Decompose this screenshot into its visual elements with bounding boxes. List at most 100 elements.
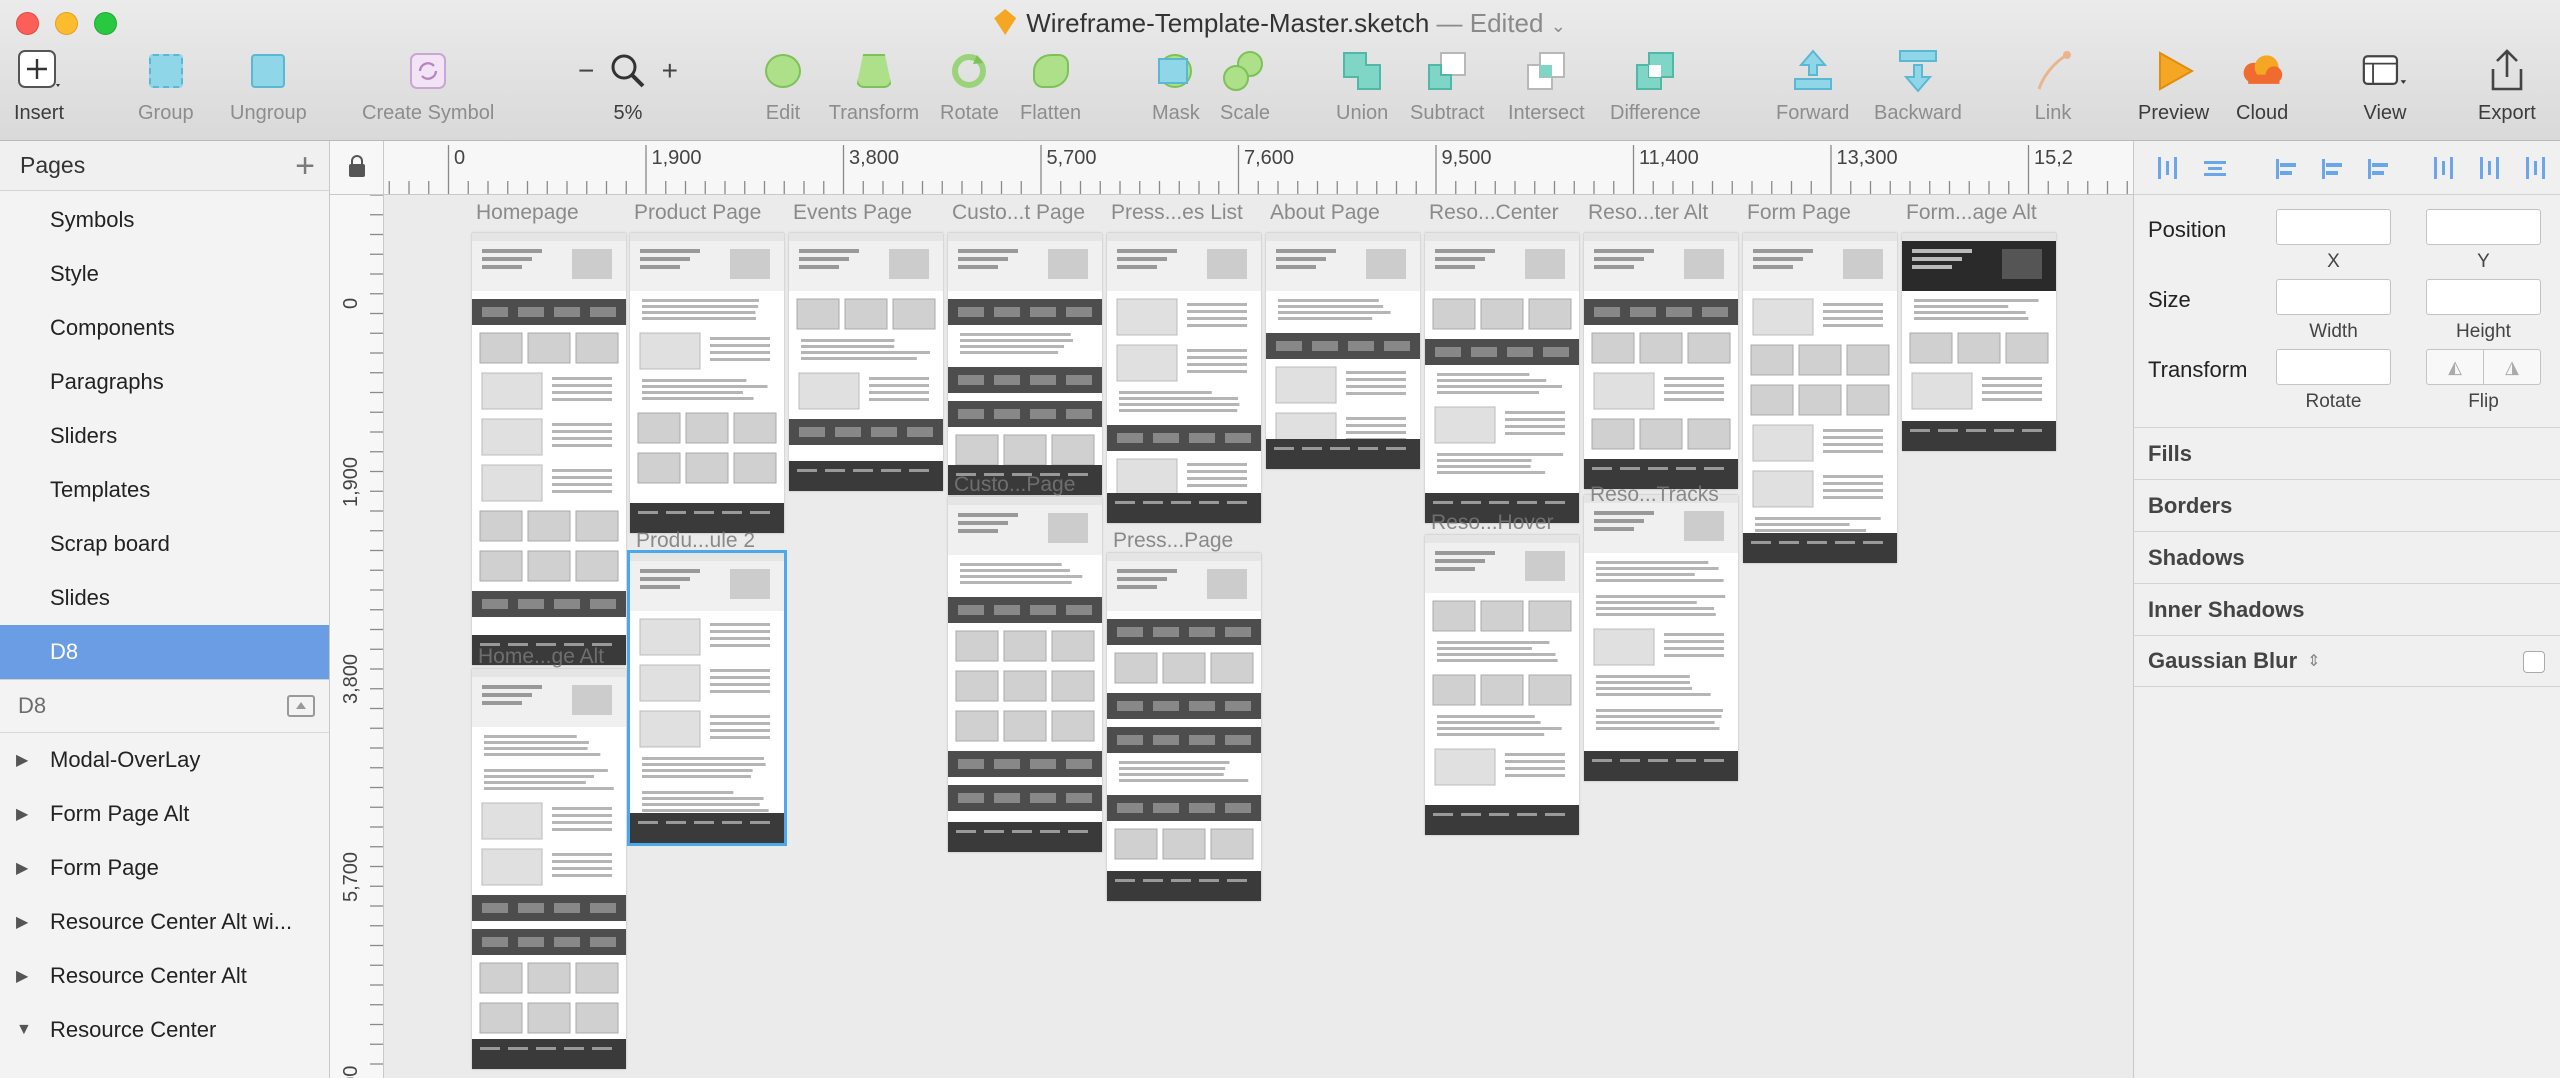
- group-button[interactable]: Group: [138, 48, 194, 136]
- updown-chevron-icon[interactable]: ⇕: [2307, 651, 2320, 671]
- distribute-vertical-icon[interactable]: [2202, 155, 2228, 181]
- view-button[interactable]: View: [2362, 48, 2408, 136]
- ruler-lock[interactable]: [330, 141, 384, 195]
- artboard-title[interactable]: Reso...Tracks: [1590, 483, 1719, 507]
- artboard-title[interactable]: Reso...Hover: [1431, 511, 1554, 535]
- artboard-title[interactable]: Reso...ter Alt: [1588, 201, 1708, 225]
- artboard[interactable]: [1902, 233, 2056, 451]
- layer-item[interactable]: ▶ Resource Center Alt wi...: [0, 895, 329, 949]
- page-item-sliders[interactable]: Sliders: [0, 409, 329, 463]
- page-item-templates[interactable]: Templates: [0, 463, 329, 517]
- artboard[interactable]: [472, 669, 626, 1069]
- flip-horizontal-button[interactable]: ◭: [2427, 350, 2484, 384]
- disclosure-closed-icon[interactable]: ▶: [16, 858, 50, 878]
- artboard[interactable]: [1584, 233, 1738, 489]
- create-symbol-button[interactable]: Create Symbol: [362, 48, 494, 136]
- disclosure-closed-icon[interactable]: ▶: [16, 966, 50, 986]
- page-item-components[interactable]: Components: [0, 301, 329, 355]
- artboard[interactable]: [472, 233, 626, 665]
- align-middle-icon[interactable]: [2476, 155, 2502, 181]
- link-button[interactable]: Link: [2030, 48, 2076, 136]
- mask-button[interactable]: Mask: [1152, 48, 1200, 136]
- horizontal-ruler[interactable]: 0 1,900 3,800 5,700 7,600 9,500 11,400 13,300 15…: [330, 141, 2133, 195]
- artboard[interactable]: [1107, 553, 1261, 901]
- borders-section[interactable]: Borders: [2134, 479, 2560, 531]
- disclosure-open-icon[interactable]: ▼: [16, 1021, 50, 1039]
- x-field[interactable]: [2276, 209, 2391, 245]
- layer-item[interactable]: ▶ Form Page: [0, 841, 329, 895]
- scale-button[interactable]: Scale: [1220, 48, 1270, 136]
- disclosure-closed-icon[interactable]: ▶: [16, 912, 50, 932]
- artboard[interactable]: [1425, 535, 1579, 835]
- layer-item[interactable]: ▶ Modal-OverLay: [0, 733, 329, 787]
- zoom-in-button[interactable]: +: [662, 55, 678, 87]
- artboard[interactable]: [1107, 233, 1261, 523]
- artboard[interactable]: [948, 233, 1102, 495]
- page-item-symbols[interactable]: Symbols: [0, 193, 329, 247]
- artboard-title[interactable]: Press...Page: [1113, 529, 1233, 553]
- preview-button[interactable]: Preview: [2138, 48, 2209, 136]
- page-item-style[interactable]: Style: [0, 247, 329, 301]
- artboard-title[interactable]: Press...es List: [1111, 201, 1243, 225]
- zoom-out-button[interactable]: −: [578, 55, 594, 87]
- gaussian-blur-checkbox[interactable]: [2523, 651, 2545, 673]
- artboard[interactable]: [1266, 233, 1420, 469]
- artboard-title[interactable]: Home...ge Alt: [478, 645, 604, 669]
- artboard[interactable]: [627, 550, 787, 846]
- artboard-title[interactable]: Form...age Alt: [1906, 201, 2037, 225]
- width-field[interactable]: [2276, 279, 2391, 315]
- artboard[interactable]: [948, 497, 1102, 852]
- artboard[interactable]: [1425, 233, 1579, 523]
- export-button[interactable]: Export: [2478, 48, 2536, 136]
- canvas[interactable]: Homepage Product Page Events Page Custo...t…: [384, 195, 2133, 1078]
- edit-button[interactable]: Edit: [760, 48, 806, 136]
- page-item-paragraphs[interactable]: Paragraphs: [0, 355, 329, 409]
- artboard-title[interactable]: About Page: [1270, 201, 1380, 225]
- rotate-button[interactable]: Rotate: [940, 48, 999, 136]
- artboard[interactable]: [630, 233, 784, 533]
- collapse-layers-icon[interactable]: [287, 695, 315, 717]
- flip-vertical-button[interactable]: ◮: [2484, 350, 2540, 384]
- vertical-ruler[interactable]: 0 1,900 3,800 5,700 600: [330, 195, 384, 1078]
- forward-button[interactable]: Forward: [1776, 48, 1849, 136]
- subtract-button[interactable]: Subtract: [1410, 48, 1484, 136]
- insert-button[interactable]: Insert: [14, 48, 64, 136]
- align-center-icon[interactable]: [2320, 155, 2346, 181]
- disclosure-closed-icon[interactable]: ▶: [16, 804, 50, 824]
- flatten-button[interactable]: Flatten: [1020, 48, 1081, 136]
- gaussian-blur-section[interactable]: Gaussian Blur ⇕: [2134, 635, 2560, 687]
- artboard-title[interactable]: Homepage: [476, 201, 579, 225]
- add-page-button[interactable]: +: [295, 149, 315, 183]
- artboard-title[interactable]: Produ...ule 2: [636, 529, 755, 553]
- layer-item[interactable]: ▶ Form Page Alt: [0, 787, 329, 841]
- layer-item[interactable]: ▼ Resource Center: [0, 1003, 329, 1057]
- distribute-horizontal-icon[interactable]: [2154, 155, 2180, 181]
- align-right-icon[interactable]: [2366, 155, 2392, 181]
- document-title[interactable]: Wireframe-Template-Master.sketch — Edite…: [0, 8, 2560, 39]
- artboard-title[interactable]: Reso...Center: [1429, 201, 1559, 225]
- artboard[interactable]: [789, 233, 943, 491]
- artboard-title[interactable]: Custo...t Page: [952, 201, 1085, 225]
- backward-button[interactable]: Backward: [1874, 48, 1962, 136]
- transform-button[interactable]: Transform: [824, 48, 924, 136]
- page-item-d8[interactable]: D8: [0, 625, 329, 679]
- height-field[interactable]: [2426, 279, 2541, 315]
- align-top-icon[interactable]: [2430, 155, 2456, 181]
- artboard-title[interactable]: Events Page: [793, 201, 912, 225]
- artboard-title[interactable]: Custo...Page: [954, 473, 1075, 497]
- shadows-section[interactable]: Shadows: [2134, 531, 2560, 583]
- intersect-button[interactable]: Intersect: [1508, 48, 1585, 136]
- artboard[interactable]: [1743, 233, 1897, 563]
- page-item-slides[interactable]: Slides: [0, 571, 329, 625]
- layer-item[interactable]: ▶ Resource Center Alt: [0, 949, 329, 1003]
- difference-button[interactable]: Difference: [1610, 48, 1701, 136]
- align-left-icon[interactable]: [2274, 155, 2300, 181]
- fills-section[interactable]: Fills: [2134, 427, 2560, 479]
- y-field[interactable]: [2426, 209, 2541, 245]
- ungroup-button[interactable]: Ungroup: [230, 48, 307, 136]
- inner-shadows-section[interactable]: Inner Shadows: [2134, 583, 2560, 635]
- page-item-scrap-board[interactable]: Scrap board: [0, 517, 329, 571]
- artboard-title[interactable]: Product Page: [634, 201, 761, 225]
- artboard-title[interactable]: Form Page: [1747, 201, 1851, 225]
- artboard[interactable]: [1584, 495, 1738, 781]
